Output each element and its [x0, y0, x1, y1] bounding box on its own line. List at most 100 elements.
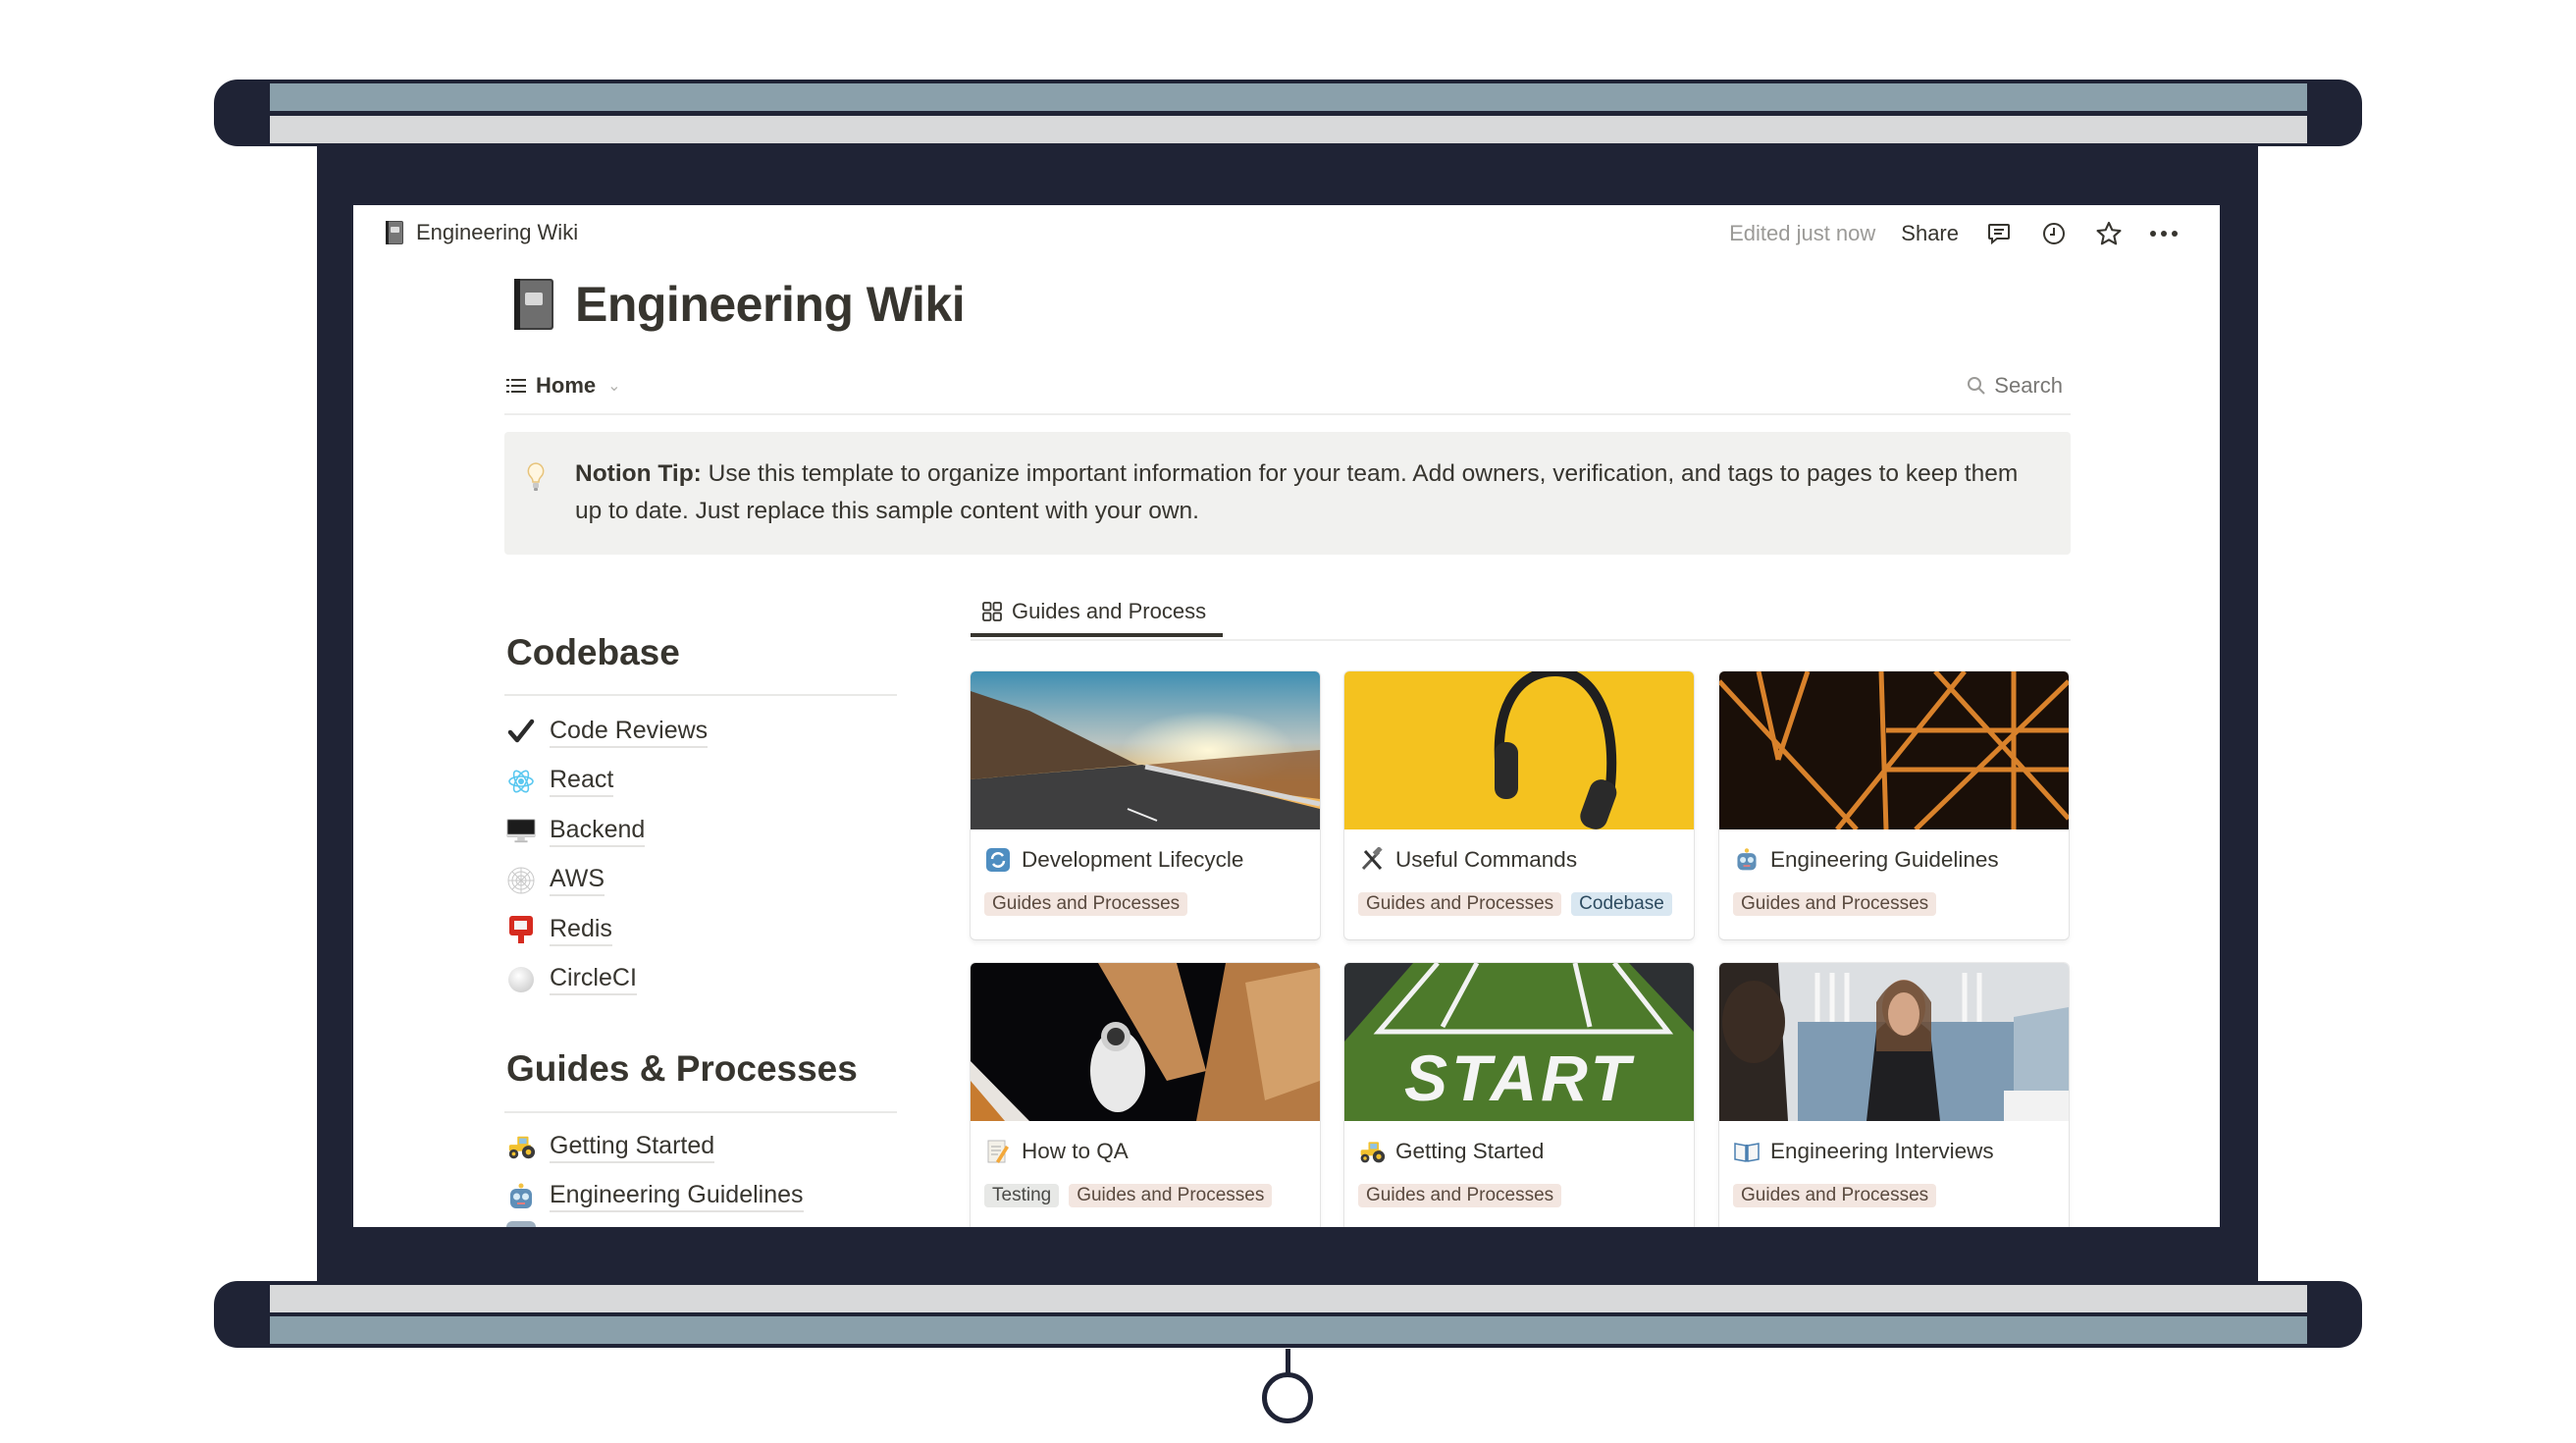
codebase-link-list: Code Reviews React Backend AWS Redis Cir… — [506, 707, 899, 1004]
tractor-icon — [506, 1132, 536, 1161]
partial-list-item-icon — [506, 1221, 536, 1227]
top-bar-blue-strip — [270, 83, 2307, 111]
search-button[interactable]: Search — [1967, 373, 2063, 399]
link-label: Getting Started — [550, 1131, 715, 1163]
gallery-card[interactable]: Development Lifecycle Guides and Process… — [971, 671, 1320, 939]
card-tags: Guides and Processes — [1733, 892, 1937, 916]
link-label: Backend — [550, 815, 646, 847]
lightbulb-icon — [527, 462, 545, 491]
edited-status: Edited just now — [1729, 221, 1876, 245]
composition-notebook-icon — [386, 221, 403, 244]
gallery-card[interactable]: Engineering Interviews Guides and Proces… — [1719, 963, 2069, 1227]
card-tags: Guides and Processes — [1733, 1184, 1937, 1207]
tip-text: Notion Tip: Use this template to organiz… — [575, 455, 2047, 530]
link-label: AWS — [550, 864, 605, 897]
projector-top-bar — [214, 80, 2362, 146]
link-label: Code Reviews — [550, 716, 709, 748]
share-button[interactable]: Share — [1901, 221, 1959, 246]
card-tags: Guides and Processes Codebase — [1358, 892, 1672, 916]
card-cover-image — [971, 963, 1320, 1121]
comment-icon[interactable] — [1984, 219, 2014, 248]
page-title: Engineering Wiki — [575, 277, 966, 332]
chevron-down-icon: ⌄ — [607, 378, 621, 395]
link-label: React — [550, 765, 614, 798]
more-dots-icon[interactable] — [2149, 219, 2179, 248]
link-circleci[interactable]: CircleCI — [506, 955, 899, 1005]
hammer-wrench-icon — [1358, 846, 1386, 874]
link-redis[interactable]: Redis — [506, 905, 899, 955]
red-sign-icon — [506, 915, 536, 944]
check-mark-icon — [506, 717, 536, 746]
card-title: Getting Started — [1358, 1138, 1544, 1165]
gallery-grid-icon — [982, 602, 1002, 621]
tab-guides-and-process[interactable]: Guides and Process — [971, 590, 1223, 637]
link-getting-started[interactable]: Getting Started — [506, 1122, 899, 1172]
card-title: How to QA — [984, 1138, 1129, 1165]
gallery-tab-bar: Guides and Process — [971, 590, 2071, 641]
tag-guides-and-processes: Guides and Processes — [1733, 892, 1937, 916]
top-bar-gray-strip — [270, 116, 2307, 143]
card-title-label: Engineering Guidelines — [1770, 847, 1999, 872]
home-view-tab[interactable]: Home ⌄ — [506, 373, 621, 399]
robot-icon — [506, 1182, 536, 1211]
top-bar: Engineering Wiki Edited just now Share — [353, 205, 2220, 264]
card-cover-image — [971, 671, 1320, 829]
tractor-icon — [1358, 1138, 1386, 1165]
link-engineering-guidelines[interactable]: Engineering Guidelines — [506, 1172, 899, 1222]
card-title-label: Useful Commands — [1395, 847, 1578, 872]
section-heading-guides: Guides & Processes — [506, 1048, 858, 1089]
card-cover-image — [1719, 671, 2069, 829]
tag-guides-and-processes: Guides and Processes — [1358, 1184, 1562, 1207]
card-tags: Guides and Processes — [1358, 1184, 1562, 1207]
link-code-reviews[interactable]: Code Reviews — [506, 707, 899, 757]
memo-pencil-icon — [984, 1138, 1012, 1165]
card-title: Engineering Guidelines — [1733, 846, 1999, 874]
pull-ring-icon — [1262, 1372, 1313, 1423]
link-label: Redis — [550, 914, 612, 946]
gallery-card[interactable]: Engineering Guidelines Guides and Proces… — [1719, 671, 2069, 939]
card-title-label: Getting Started — [1395, 1139, 1545, 1163]
search-label: Search — [1994, 373, 2063, 398]
tag-testing: Testing — [984, 1184, 1060, 1207]
notion-tip-callout: Notion Tip: Use this template to organiz… — [504, 432, 2071, 555]
card-title: Useful Commands — [1358, 846, 1577, 874]
list-icon — [506, 379, 526, 393]
bottom-bar-blue-strip — [270, 1316, 2307, 1344]
tip-bold: Notion Tip: — [575, 460, 702, 487]
home-view-label: Home — [536, 373, 597, 398]
tag-codebase: Codebase — [1571, 892, 1672, 916]
link-aws[interactable]: AWS — [506, 856, 899, 906]
view-bar: Home ⌄ Search — [504, 368, 2071, 415]
tag-guides-and-processes: Guides and Processes — [1069, 1184, 1273, 1207]
top-actions: Edited just now Share — [1729, 219, 2179, 248]
section-heading-codebase: Codebase — [506, 632, 680, 672]
atom-icon — [506, 767, 536, 796]
link-backend[interactable]: Backend — [506, 806, 899, 856]
history-clock-icon[interactable] — [2039, 219, 2069, 248]
open-book-icon — [1733, 1138, 1761, 1165]
link-react[interactable]: React — [506, 757, 899, 807]
card-tags: Testing Guides and Processes — [984, 1184, 1273, 1207]
card-cover-image: START — [1344, 963, 1694, 1121]
section-divider — [504, 1111, 897, 1113]
notion-page: Engineering Wiki Edited just now Share E… — [353, 205, 2220, 1227]
gallery-card[interactable]: Useful Commands Guides and Processes Cod… — [1344, 671, 1694, 939]
breadcrumb-label: Engineering Wiki — [416, 220, 579, 244]
tip-body: Use this template to organize important … — [575, 460, 2019, 524]
card-title: Engineering Interviews — [1733, 1138, 1994, 1165]
search-icon — [1968, 377, 1985, 395]
white-circle-icon — [506, 965, 536, 994]
favorite-star-icon[interactable] — [2094, 219, 2124, 248]
tag-guides-and-processes: Guides and Processes — [984, 892, 1188, 916]
breadcrumb[interactable]: Engineering Wiki — [385, 220, 578, 245]
desktop-computer-icon — [506, 816, 536, 845]
link-label: Engineering Guidelines — [550, 1180, 804, 1213]
card-cover-image — [1344, 671, 1694, 829]
projector-bottom-bar — [214, 1281, 2362, 1348]
page-icon-notebook[interactable] — [512, 277, 555, 332]
title-row: Engineering Wiki — [512, 276, 966, 333]
card-title-label: How to QA — [1022, 1139, 1129, 1163]
gallery-card[interactable]: START Getting Started Guides and Process… — [1344, 963, 1694, 1227]
card-title: Development Lifecycle — [984, 846, 1243, 874]
gallery-card[interactable]: How to QA Testing Guides and Processes — [971, 963, 1320, 1227]
